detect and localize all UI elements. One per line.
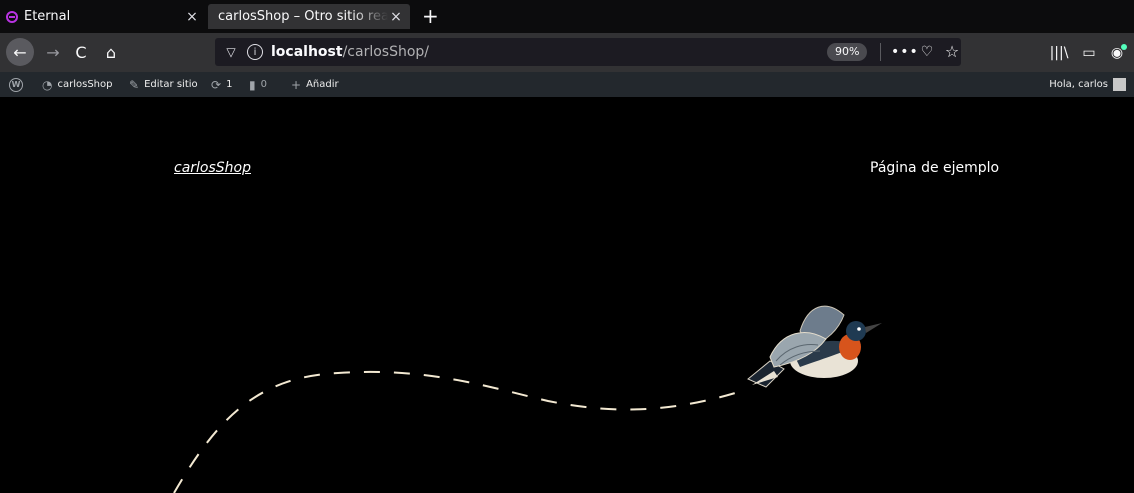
admin-bar-site-name[interactable]: ◔ carlosShop: [42, 72, 112, 97]
tab-title: Eternal: [24, 9, 71, 24]
shield-icon[interactable]: ▽: [223, 45, 239, 59]
reload-icon: C: [75, 42, 87, 62]
account-menu[interactable]: Hola, carlos: [1049, 72, 1126, 97]
url-divider: [880, 43, 881, 61]
edit-site-label: Editar sitio: [144, 79, 198, 90]
navigation-toolbar: ← → C ⌂ ▽ i localhost /carlosShop/ 90% •…: [0, 33, 1134, 72]
dashed-flight-path: [173, 370, 749, 493]
site-name-label: carlosShop: [57, 79, 113, 90]
account-icon[interactable]: ◉: [1106, 42, 1128, 64]
plus-icon: +: [291, 77, 302, 92]
library-icon[interactable]: |||\: [1048, 42, 1070, 64]
updates-count: 1: [226, 79, 233, 90]
dashboard-icon: ◔: [42, 77, 53, 92]
add-new-label: Añadir: [306, 79, 339, 90]
home-button[interactable]: ⌂: [98, 39, 124, 65]
more-actions-icon[interactable]: •••: [891, 42, 918, 62]
zoom-level-button[interactable]: 90%: [827, 43, 868, 61]
avatar: [1113, 78, 1126, 91]
info-icon[interactable]: i: [247, 44, 263, 60]
url-host: localhost: [271, 44, 343, 60]
new-tab-button[interactable]: +: [422, 6, 439, 26]
bookmark-star-icon[interactable]: ☆: [941, 42, 963, 62]
pocket-icon[interactable]: ♡: [916, 42, 938, 62]
comments-button[interactable]: ▮ 0: [249, 72, 267, 97]
url-path: /carlosShop/: [342, 44, 430, 60]
close-icon[interactable]: ×: [388, 9, 404, 25]
tab-favicon-icon: [6, 10, 18, 23]
home-icon: ⌂: [105, 42, 117, 62]
sidebar-icon[interactable]: ▭: [1078, 42, 1100, 64]
tab-eternal[interactable]: Eternal ×: [6, 4, 206, 29]
url-bar[interactable]: ▽ i localhost /carlosShop/ 90% ••• ♡ ☆: [215, 38, 961, 66]
greeting-label: Hola, carlos: [1049, 79, 1108, 90]
tab-strip: Eternal × carlosShop – Otro sitio realiz…: [0, 0, 1134, 33]
edit-site-button[interactable]: ✎ Editar sitio: [129, 72, 198, 97]
close-icon[interactable]: ×: [184, 9, 200, 25]
updates-icon: ⟳: [211, 77, 222, 92]
decorative-flight-path: [173, 305, 882, 493]
reload-button[interactable]: C: [68, 39, 94, 65]
arrow-right-icon: →: [46, 42, 60, 62]
wp-logo-button[interactable]: W: [9, 72, 28, 97]
wordpress-icon: W: [9, 77, 23, 92]
comments-count: 0: [260, 79, 267, 90]
updates-button[interactable]: ⟳ 1: [211, 72, 232, 97]
comment-icon: ▮: [249, 77, 256, 92]
page-content: carlosShop Página de ejemplo: [8, 97, 1134, 493]
tab-title: carlosShop – Otro sitio realiz: [218, 9, 388, 24]
back-button[interactable]: ←: [6, 38, 34, 66]
bird-illustration: [747, 305, 882, 388]
wp-admin-bar: W ◔ carlosShop ✎ Editar sitio ⟳ 1 ▮ 0 + …: [0, 72, 1134, 97]
add-new-button[interactable]: + Añadir: [291, 72, 339, 97]
notification-dot: [1121, 44, 1127, 50]
brush-icon: ✎: [129, 77, 140, 92]
tab-carlosshop[interactable]: carlosShop – Otro sitio realiz ×: [208, 4, 410, 29]
arrow-left-icon: ←: [13, 42, 27, 62]
forward-button[interactable]: →: [40, 39, 66, 65]
